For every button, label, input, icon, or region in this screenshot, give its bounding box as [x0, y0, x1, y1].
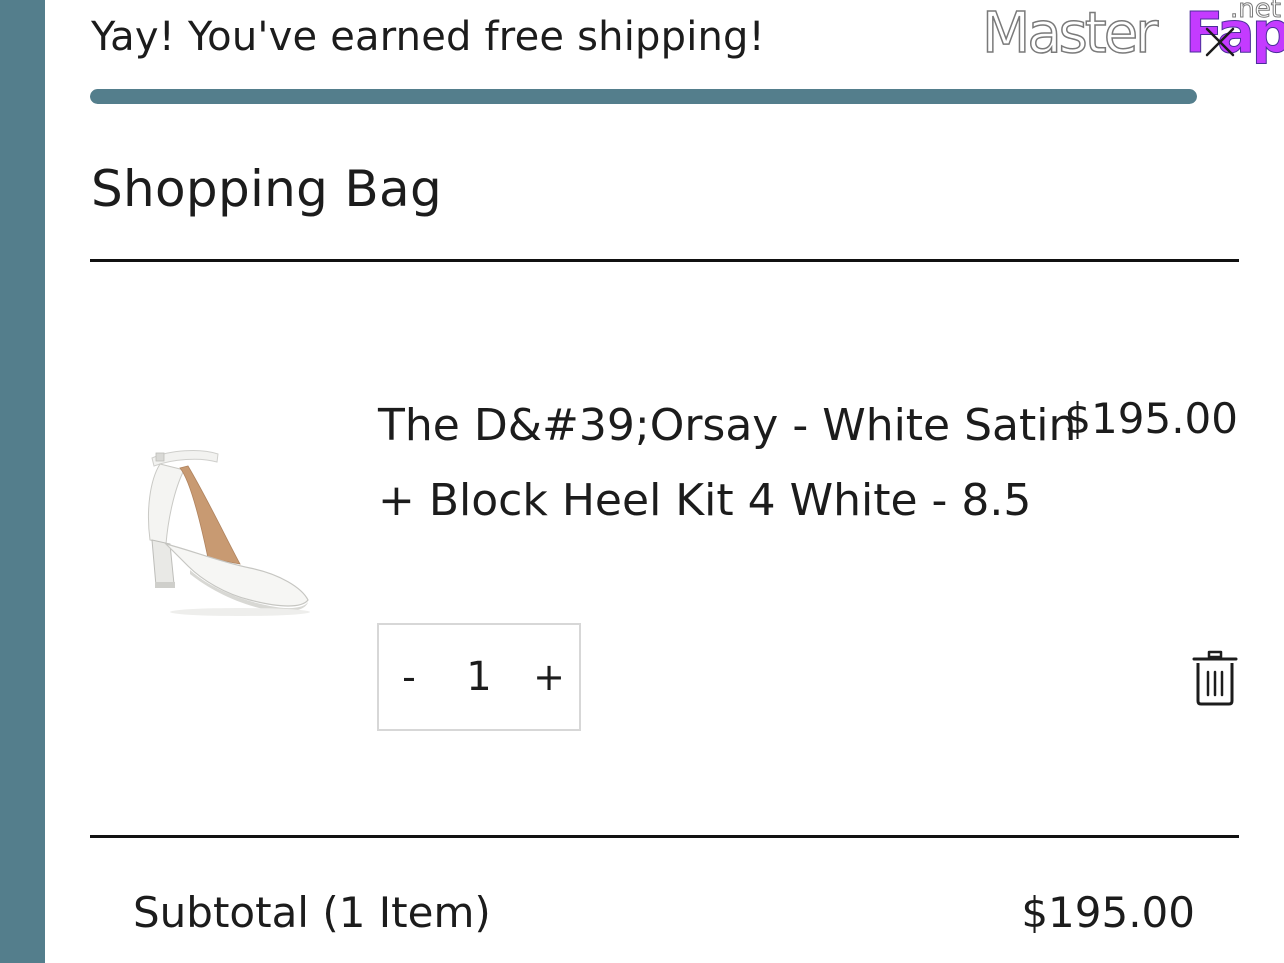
watermark-tld: .net	[1230, 0, 1282, 24]
shipping-progress-bar	[90, 89, 1197, 104]
close-icon	[1205, 27, 1235, 57]
trash-icon	[1192, 650, 1238, 706]
subtotal-value: $195.00	[1021, 888, 1195, 937]
shipping-progress-fill	[90, 89, 1197, 104]
subtotal-label: Subtotal (1 Item)	[133, 888, 491, 937]
increment-button[interactable]: +	[519, 625, 579, 729]
remove-item-button[interactable]	[1188, 648, 1242, 708]
page-title: Shopping Bag	[91, 160, 442, 218]
quantity-value[interactable]: 1	[449, 654, 509, 700]
product-name[interactable]: The D&#39;Orsay - White Satin + Block He…	[378, 388, 1078, 538]
cart-drawer: Yay! You've earned free shipping! Master…	[0, 0, 1284, 963]
decrement-button[interactable]: -	[379, 625, 439, 729]
header-divider	[90, 259, 1239, 262]
free-shipping-message: Yay! You've earned free shipping!	[91, 14, 765, 60]
close-button[interactable]	[1200, 22, 1240, 62]
product-image[interactable]	[130, 440, 320, 620]
overlay-edge[interactable]	[0, 0, 45, 963]
summary-divider	[90, 835, 1239, 838]
watermark-main: Master	[981, 1, 1159, 66]
product-price: $195.00	[1064, 394, 1238, 443]
shoe-image-icon	[147, 450, 310, 616]
quantity-stepper: - 1 +	[377, 623, 581, 731]
